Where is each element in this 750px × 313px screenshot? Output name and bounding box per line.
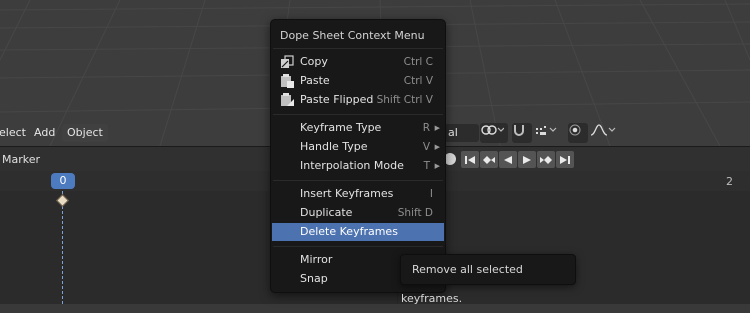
play-reverse-button[interactable] [499, 151, 517, 168]
jump-end-icon [560, 155, 570, 164]
menu-item-label: Delete Keyframes [300, 225, 398, 238]
jump-to-next-keyframe-button[interactable] [537, 151, 555, 168]
menu-item-shortcut: T [423, 160, 430, 172]
menu-item-keyframe-type[interactable]: Keyframe Type R ▶ [272, 119, 444, 137]
proportional-editing-icon [569, 124, 581, 136]
menu-item-paste[interactable]: Paste Ctrl V [272, 72, 444, 90]
menu-separator [273, 180, 443, 181]
frame-number-label: 2 [726, 175, 733, 188]
menu-item-label: Interpolation Mode [300, 159, 404, 172]
prev-keyframe-icon [483, 155, 495, 164]
menu-item-shortcut: Shift D [397, 207, 433, 219]
transform-orientation-dropdown[interactable]: al [444, 124, 479, 142]
submenu-arrow-icon: ▶ [434, 162, 440, 170]
menu-item-paste-flipped[interactable]: Paste Flipped Shift Ctrl V [272, 91, 444, 109]
jump-to-start-button[interactable] [461, 151, 479, 168]
pivot-link-button[interactable] [480, 123, 508, 143]
menu-item-shortcut: V [422, 141, 430, 153]
playback-controls [461, 151, 574, 168]
menu-item-interpolation-mode[interactable]: Interpolation Mode T ▶ [272, 157, 444, 175]
paste-icon [280, 74, 295, 88]
menu-separator [273, 48, 443, 49]
snap-grid-icon [536, 126, 557, 135]
keyframe-diamond[interactable] [56, 194, 69, 207]
snap-target-dropdown[interactable] [534, 123, 562, 143]
copy-icon [280, 55, 295, 69]
link-icon [481, 125, 504, 135]
falloff-dropdown[interactable] [590, 123, 618, 143]
proportional-edit-toggle[interactable] [568, 123, 588, 143]
select-menu[interactable]: elect [0, 124, 31, 142]
menu-item-label: Insert Keyframes [300, 187, 394, 200]
play-icon [523, 155, 531, 164]
menu-item-label: Duplicate [300, 206, 353, 219]
menu-separator [273, 114, 443, 115]
tooltip: Remove all selected keyframes. [400, 254, 576, 305]
object-menu[interactable]: Object [62, 124, 108, 142]
menu-item-label: Mirror [300, 253, 333, 266]
menu-item-shortcut: R [422, 122, 430, 134]
menu-item-copy[interactable]: Copy Ctrl C [272, 53, 444, 71]
menu-item-label: Snap [300, 272, 328, 285]
submenu-arrow-icon: ▶ [434, 143, 440, 151]
menu-item-delete-keyframes[interactable]: Delete Keyframes [272, 223, 444, 241]
menu-item-shortcut: Ctrl V [403, 75, 433, 87]
next-keyframe-icon [540, 155, 552, 164]
jump-to-end-button[interactable] [556, 151, 574, 168]
dopesheet-context-menu: Dope Sheet Context Menu Copy Ctrl C Past… [270, 19, 446, 293]
menu-separator [273, 246, 443, 247]
menu-item-label: Paste Flipped [300, 93, 374, 106]
snap-toggle[interactable] [512, 123, 532, 143]
menu-item-label: Handle Type [300, 140, 368, 153]
menu-item-shortcut: Shift Ctrl V [376, 94, 433, 106]
playhead-line [62, 191, 63, 304]
magnet-icon [514, 125, 524, 136]
menu-item-duplicate[interactable]: Duplicate Shift D [272, 204, 444, 222]
play-reverse-icon [504, 155, 512, 164]
falloff-curve-icon [590, 124, 616, 136]
play-button[interactable] [518, 151, 536, 168]
menu-title: Dope Sheet Context Menu [280, 29, 425, 42]
menu-item-label: Keyframe Type [300, 121, 382, 134]
marker-menu[interactable]: Marker [2, 153, 40, 166]
submenu-arrow-icon: ▶ [434, 124, 440, 132]
menu-item-label: Copy [300, 55, 328, 68]
current-frame-indicator[interactable]: 0 [51, 173, 75, 189]
menu-item-handle-type[interactable]: Handle Type V ▶ [272, 138, 444, 156]
menu-item-label: Paste [300, 74, 330, 87]
jump-start-icon [465, 155, 475, 164]
menu-item-shortcut: Ctrl C [403, 56, 433, 68]
paste-flipped-icon [280, 93, 295, 107]
jump-to-previous-keyframe-button[interactable] [480, 151, 498, 168]
menu-item-insert-keyframes[interactable]: Insert Keyframes I [272, 185, 444, 203]
menu-item-shortcut: I [429, 188, 433, 200]
add-menu[interactable]: Add [29, 124, 60, 142]
